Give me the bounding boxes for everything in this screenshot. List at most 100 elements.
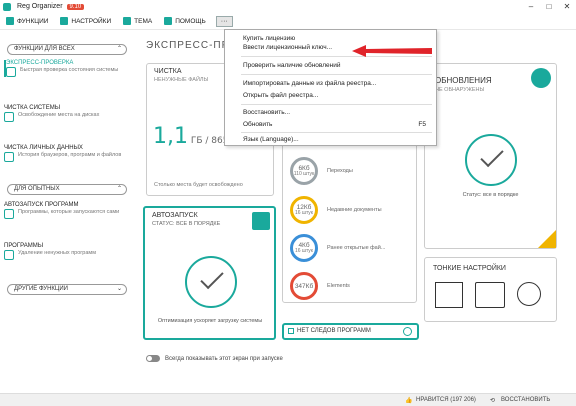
section-header-label: ФУНКЦИИ ДЛЯ ВСЕХ [14, 46, 75, 52]
menu-item-language[interactable]: Язык (Language)... [243, 136, 299, 143]
restore-icon: ⟲ [490, 398, 496, 404]
window-icon [435, 282, 463, 308]
stat-label: Недавние документы [327, 207, 382, 213]
sidebar-item-private-data[interactable]: ЧИСТКА ЛИЧНЫХ ДАННЫХ История браузеров, … [4, 145, 136, 162]
likes-counter[interactable]: НРАВИТСЯ (197 206) [416, 397, 476, 403]
gear-icon [60, 17, 69, 25]
chevron-up-icon: ⌃ [116, 186, 122, 192]
sidebar-item-desc: Быстрая проверка состояния системы [20, 67, 119, 73]
updates-title: ОБНОВЛЕНИЯ [435, 76, 492, 85]
sidebar-item-title: ПРОГРАММЫ [4, 243, 44, 249]
stat-label: Ранее открытые фай... [327, 245, 386, 251]
stat-ring: 12Кб 16 штук [290, 196, 318, 224]
menu-separator [241, 104, 432, 105]
more-menu-button[interactable]: ··· [215, 15, 233, 27]
stat-ring: 6Кб 110 штук [290, 157, 318, 185]
traces-status-icon [403, 327, 412, 336]
menu-separator [241, 74, 432, 75]
show-on-start-toggle-row: Всегда показывать этот экран при запуске [146, 355, 283, 362]
tweaks-card[interactable]: ТОНКИЕ НАСТРОЙКИ [424, 257, 557, 322]
menu-theme-label: ТЕМА [134, 17, 153, 25]
close-button[interactable]: ✕ [558, 0, 576, 13]
check-icon [6, 67, 16, 77]
menu-functions-label: ФУНКЦИИ [17, 17, 49, 25]
stat-row: 4Кб 16 штук Ранее открытые фай... [290, 234, 385, 262]
stat-label: Переходы [327, 168, 353, 174]
menu-item-refresh[interactable]: Обновить [243, 121, 272, 128]
menu-settings[interactable]: НАСТРОЙКИ [60, 17, 111, 25]
menu-item-enter-key[interactable]: Ввести лицензионный ключ... [243, 44, 332, 51]
stat-row: 6Кб 110 штук Переходы [290, 157, 353, 185]
cleanup-subtitle: НЕНУЖНЫЕ ФАЙЛЫ [154, 77, 209, 83]
menu-shortcut-f5: F5 [418, 121, 426, 128]
autostart-footer: Оптимизация ускоряет загрузку системы [157, 318, 263, 324]
download-icon[interactable] [531, 68, 551, 88]
help-icon [164, 17, 173, 25]
sidebar-item-desc: Удаление ненужных программ [18, 250, 96, 256]
autostart-settings-icon[interactable] [252, 212, 270, 230]
status-bar: 👍 НРАВИТСЯ (197 206) ⟲ ВОССТАНОВИТЬ [0, 393, 576, 406]
title-bar: Reg Organizer 9.10 – □ ✕ [0, 0, 576, 13]
menu-separator [241, 132, 432, 133]
grid-icon [6, 17, 14, 25]
monitor-icon [475, 282, 505, 308]
section-header-experts[interactable]: ДЛЯ ОПЫТНЫХ ⌃ [7, 184, 127, 195]
window-controls: – □ ✕ [522, 0, 576, 13]
version-badge: 9.10 [66, 3, 85, 10]
minimize-button[interactable]: – [522, 0, 540, 13]
updates-footer: Статус: все в порядке [462, 192, 519, 198]
cleanup-title: ЧИСТКА [154, 68, 182, 75]
show-on-start-toggle[interactable] [146, 355, 160, 362]
traces-card[interactable]: НЕТ СЛЕДОВ ПРОГРАММ [282, 323, 419, 340]
menu-item-buy-license[interactable]: Купить лицензию [243, 35, 295, 42]
traces-title: НЕТ СЛЕДОВ ПРОГРАММ [297, 328, 371, 334]
broom-icon [4, 112, 14, 122]
red-arrow-annotation [352, 45, 432, 57]
menu-theme[interactable]: ТЕМА [123, 17, 152, 25]
chevron-down-icon: ⌄ [116, 286, 122, 292]
cleanup-footer: Столько места будет освобождено [154, 182, 243, 188]
section-header-for-all[interactable]: ФУНКЦИИ ДЛЯ ВСЕХ ⌃ [7, 44, 127, 55]
stat-row: 347Кб Elements [290, 272, 350, 300]
restore-button[interactable]: ВОССТАНОВИТЬ [501, 397, 550, 403]
menu-item-restore[interactable]: Восстановить... [243, 109, 290, 116]
sidebar-item-express-check[interactable]: ЭКСПРЕСС-ПРОВЕРКА Быстрая проверка состо… [4, 60, 136, 77]
stat-unit: 16 штук [295, 248, 313, 254]
rocket-icon [4, 209, 14, 219]
section-header-other[interactable]: ДРУГИЕ ФУНКЦИИ ⌄ [7, 284, 127, 295]
sidebar-item-autostart[interactable]: АВТОЗАПУСК ПРОГРАММ Программы, которые з… [4, 202, 136, 219]
menu-functions[interactable]: ФУНКЦИИ [6, 17, 48, 25]
menu-item-open-reg[interactable]: Открыть файл реестра... [243, 92, 318, 99]
autostart-card[interactable]: АВТОЗАПУСК СТАТУС: ВСЕ В ПОРЯДКЕ Оптимиз… [143, 206, 276, 340]
window-title: Reg Organizer [17, 3, 63, 10]
cleanup-size-value: 1,1 [153, 124, 188, 149]
updates-card[interactable]: ОБНОВЛЕНИЯ НЕ ОБНАРУЖЕНЫ Статус: все в п… [424, 63, 557, 249]
thumbs-up-icon: 👍 [405, 398, 413, 404]
check-icon [200, 265, 224, 290]
sidebar-item-title: ЧИСТКА СИСТЕМЫ [4, 105, 61, 111]
menu-bar: ФУНКЦИИ НАСТРОЙКИ ТЕМА ПОМОЩЬ ··· [0, 13, 576, 30]
updates-status-circle [465, 134, 517, 186]
sidebar-item-desc: История браузеров, программ и файлов [18, 152, 122, 158]
sidebar-item-system-cleanup[interactable]: ЧИСТКА СИСТЕМЫ Освобождение места на дис… [4, 105, 136, 122]
stat-ring: 347Кб [290, 272, 318, 300]
sidebar-item-programs[interactable]: ПРОГРАММЫ Удаление ненужных программ [4, 243, 136, 260]
stat-ring: 4Кб 16 штук [290, 234, 318, 262]
stat-label: Elements [327, 283, 350, 289]
menu-help[interactable]: ПОМОЩЬ [164, 17, 206, 25]
menu-item-import-reg[interactable]: Импортировать данные из файла реестра... [243, 80, 376, 87]
menu-settings-label: НАСТРОЙКИ [71, 17, 112, 25]
sidebar-item-title: АВТОЗАПУСК ПРОГРАММ [4, 202, 79, 208]
privacy-icon [4, 152, 14, 162]
check-icon [288, 328, 294, 334]
autostart-status-circle [185, 256, 237, 308]
show-on-start-label: Всегда показывать этот экран при запуске [165, 355, 283, 362]
stat-row: 12Кб 16 штук Недавние документы [290, 196, 382, 224]
lock-icon [538, 230, 556, 248]
autostart-subtitle: СТАТУС: ВСЕ В ПОРЯДКЕ [152, 221, 221, 227]
menu-help-label: ПОМОЩЬ [175, 17, 206, 25]
sidebar-item-title: ЭКСПРЕСС-ПРОВЕРКА [6, 60, 74, 66]
app-logo-icon [3, 2, 11, 11]
maximize-button[interactable]: □ [540, 0, 558, 13]
menu-item-check-updates[interactable]: Проверить наличие обновлений [243, 62, 340, 69]
